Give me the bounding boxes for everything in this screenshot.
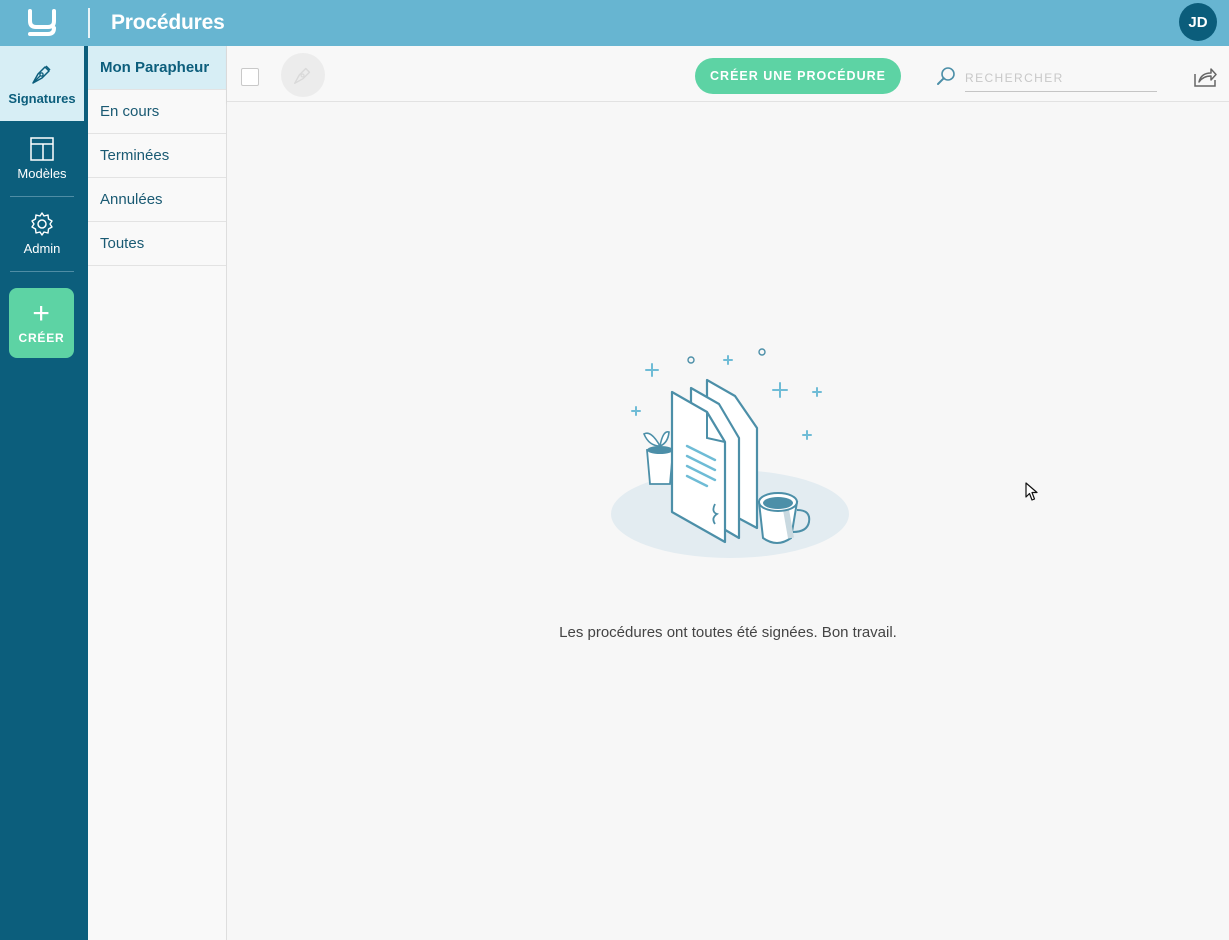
rail-item-label: Admin	[23, 241, 61, 256]
main-content: Les procédures ont toutes été signées. B…	[227, 102, 1229, 940]
export-icon	[1194, 68, 1217, 87]
search-input[interactable]	[965, 64, 1157, 92]
search-icon	[937, 67, 955, 85]
pen-nib-icon	[32, 65, 51, 84]
sign-selected-button[interactable]	[281, 53, 325, 97]
subnav-item-terminees[interactable]: Terminées	[88, 134, 226, 178]
subnav-item-annulees[interactable]: Annulées	[88, 178, 226, 222]
list-toolbar: CRÉER UNE PROCÉDURE	[227, 46, 1229, 102]
mouse-cursor-icon	[1025, 482, 1038, 501]
main-sidebar: Signatures Modèles Admin + CRÉER	[0, 46, 88, 940]
empty-state-message: Les procédures ont toutes été signées. B…	[559, 624, 897, 641]
rail-item-label: Signatures	[8, 91, 76, 106]
rail-item-modeles[interactable]: Modèles	[0, 121, 84, 196]
rail-divider	[10, 271, 74, 272]
select-all-checkbox[interactable]	[241, 68, 259, 86]
plus-icon: +	[32, 297, 51, 330]
create-button[interactable]: + CRÉER	[9, 288, 74, 358]
create-button-label: CRÉER	[18, 331, 65, 345]
gear-icon	[31, 212, 53, 236]
top-bar: Procédures JD	[0, 0, 1229, 46]
pen-nib-icon	[294, 67, 311, 84]
procedures-subnav: Mon Parapheur En cours Terminées Annulée…	[88, 46, 227, 940]
yousign-logo[interactable]	[26, 8, 58, 38]
rail-item-label: Modèles	[17, 166, 67, 181]
layout-template-icon	[30, 137, 54, 161]
page-title: Procédures	[111, 11, 225, 34]
subnav-item-mon-parapheur[interactable]: Mon Parapheur	[88, 46, 226, 90]
subnav-item-en-cours[interactable]: En cours	[88, 90, 226, 134]
rail-item-signatures[interactable]: Signatures	[0, 46, 84, 121]
subnav-item-toutes[interactable]: Toutes	[88, 222, 226, 266]
header-divider	[88, 8, 90, 38]
empty-state-illustration	[611, 348, 849, 558]
create-procedure-button[interactable]: CRÉER UNE PROCÉDURE	[695, 58, 901, 94]
user-avatar[interactable]: JD	[1179, 3, 1217, 41]
rail-item-admin[interactable]: Admin	[0, 196, 84, 271]
